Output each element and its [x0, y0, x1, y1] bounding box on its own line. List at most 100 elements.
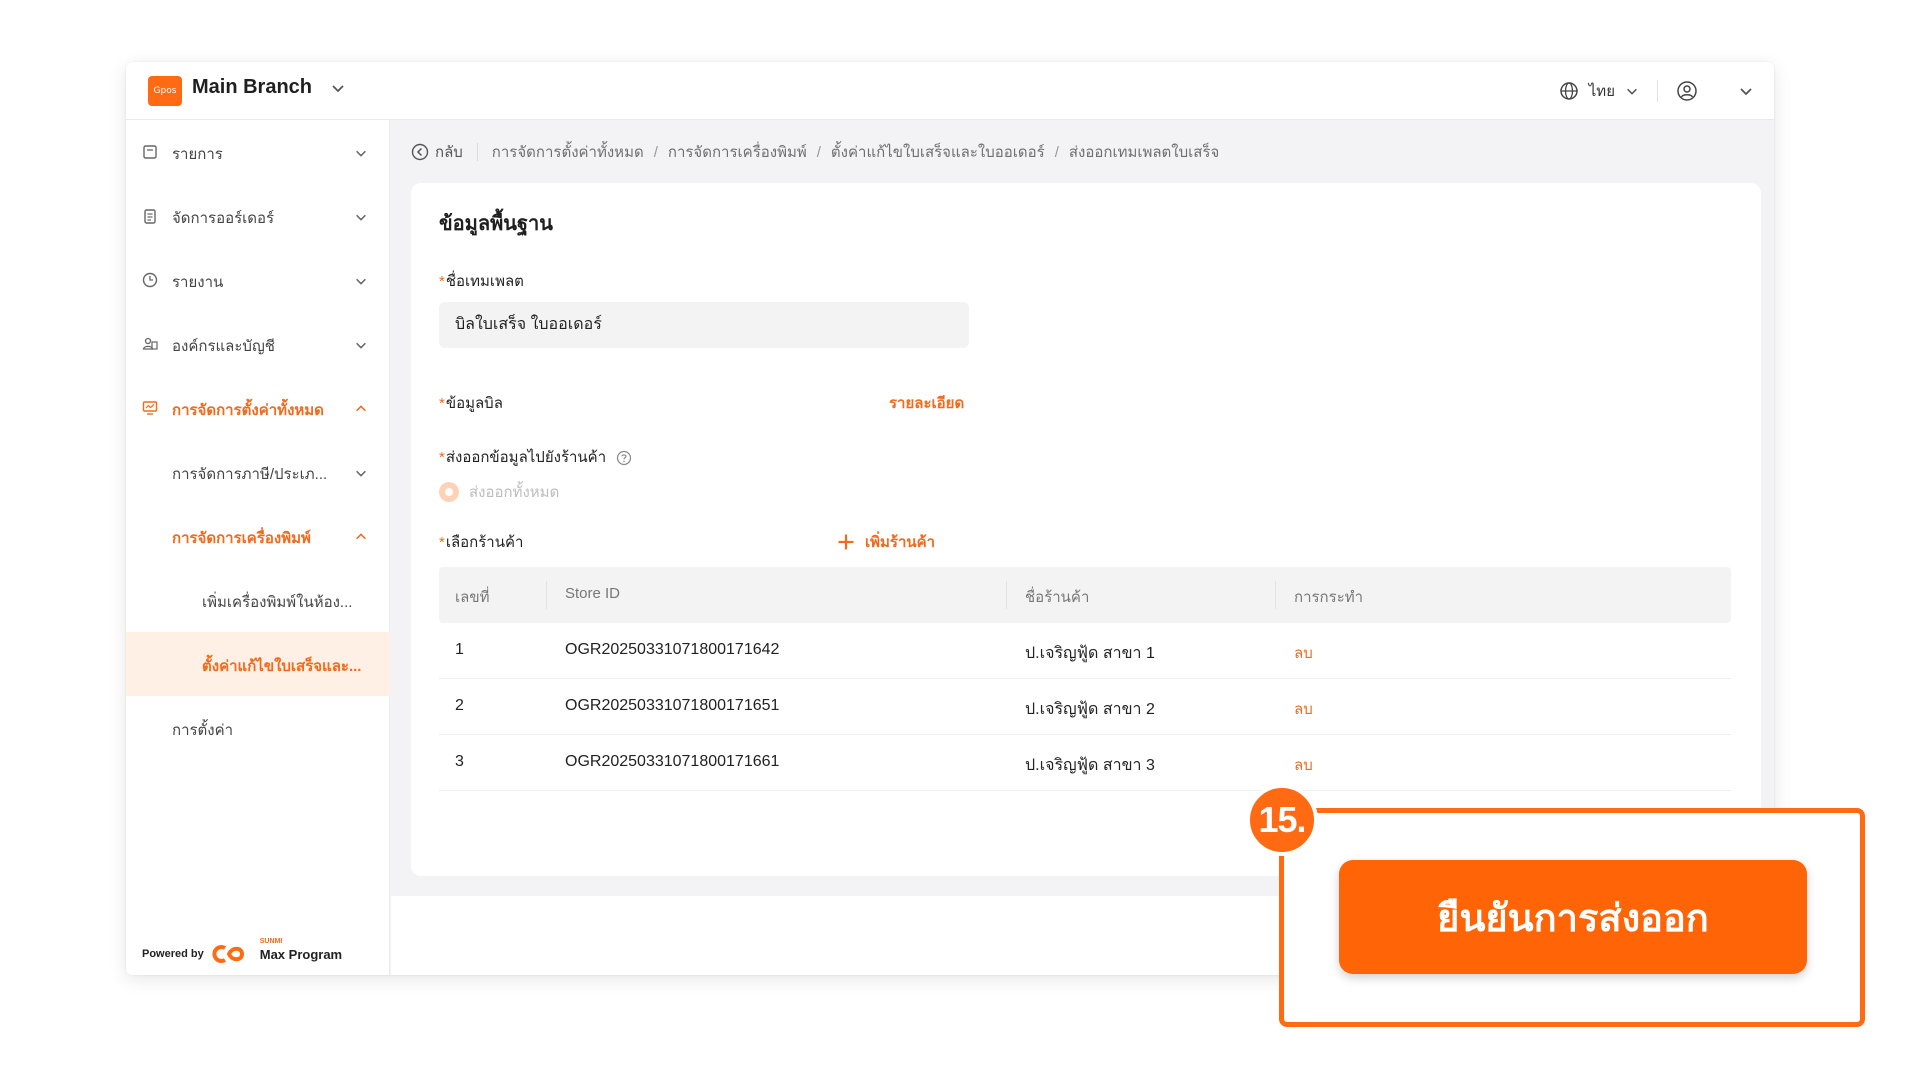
sidebar-item-label: จัดการออร์เดอร์ [172, 210, 275, 227]
sidebar-item-printer-management[interactable]: การจัดการเครื่องพิมพ์ [126, 504, 390, 568]
sidebar: รายการ จัดการออร์เดอร์ รายงาน องค์กรและบ… [126, 120, 390, 975]
sidebar-item-label: การตั้งค่า [172, 722, 234, 739]
chevron-down-icon [356, 278, 366, 285]
help-icon[interactable] [616, 450, 632, 466]
chevron-down-icon[interactable] [1625, 84, 1639, 98]
sidebar-item-list[interactable]: รายการ [126, 120, 390, 184]
row-number: 2 [455, 697, 464, 714]
list-icon [143, 145, 157, 159]
step-badge: 15. [1246, 784, 1318, 856]
breadcrumb-item[interactable]: การจัดการเครื่องพิมพ์ [668, 140, 807, 164]
sidebar-item-label: การจัดการภาษี/ประเภ... [172, 466, 328, 483]
sidebar-item-orders[interactable]: จัดการออร์เดอร์ [126, 184, 390, 248]
column-header: การกระทำ [1294, 589, 1364, 606]
required-mark: * [439, 534, 445, 551]
select-store-label: *เลือกร้านค้า [439, 530, 523, 554]
breadcrumb-item[interactable]: ตั้งค่าแก้ไขใบเสร็จและใบออเดอร์ [831, 140, 1045, 164]
breadcrumb-item-current: ส่งออกเทมเพลตใบเสร็จ [1068, 144, 1220, 161]
powered-by-label: Powered by [142, 948, 204, 960]
column-divider [546, 581, 547, 609]
language-label[interactable]: ไทย [1589, 79, 1615, 103]
user-avatar-icon[interactable] [1676, 80, 1698, 102]
row-number: 1 [455, 641, 464, 658]
select-store-label-text: เลือกร้านค้า [445, 534, 524, 551]
sidebar-item-label: เพิ่มเครื่องพิมพ์ในห้อง... [202, 594, 353, 611]
sidebar-item-add-printer[interactable]: เพิ่มเครื่องพิมพ์ในห้อง... [126, 568, 390, 632]
store-id: OGR20250331071800171642 [565, 641, 780, 658]
bill-info-label: *ข้อมูลบิล [439, 391, 503, 415]
export-all-radio[interactable]: ส่งออกทั้งหมด [439, 480, 559, 504]
chevron-down-icon[interactable] [1738, 83, 1754, 99]
back-button[interactable]: กลับ [411, 140, 463, 164]
column-divider [1006, 581, 1007, 609]
required-mark: * [439, 273, 445, 290]
breadcrumb-separator: / [653, 143, 658, 161]
column-header: ชื่อร้านค้า [1025, 589, 1090, 606]
max-program-logo-icon [212, 945, 244, 963]
chevron-down-icon [356, 342, 366, 349]
row-number: 3 [455, 753, 464, 770]
sidebar-item-label: การจัดการตั้งค่าทั้งหมด [172, 402, 324, 419]
table-header: เลขที่ Store ID ชื่อร้านค้า การกระทำ [439, 567, 1731, 623]
table-row: 2 OGR20250331071800171651 ป.เจริญฟู้ด สา… [439, 679, 1731, 735]
branch-selector[interactable]: Main Branch [192, 76, 312, 99]
sidebar-item-label: ตั้งค่าแก้ไขใบเสร็จและ... [202, 658, 362, 675]
sidebar-item-receipt-settings[interactable]: ตั้งค่าแก้ไขใบเสร็จและ... [126, 632, 390, 696]
brand-small-text: SUNMI [259, 937, 283, 945]
column-header: Store ID [565, 585, 621, 602]
delete-link[interactable]: ลบ [1294, 697, 1313, 721]
export-all-label: ส่งออกทั้งหมด [469, 484, 560, 501]
chevron-down-icon[interactable] [330, 80, 346, 96]
breadcrumb-separator: / [1054, 143, 1059, 161]
sidebar-item-settings[interactable]: การตั้งค่า [126, 696, 390, 760]
powered-by: Powered by SUNMI Max Program [142, 938, 343, 965]
sidebar-item-settings-management[interactable]: การจัดการตั้งค่าทั้งหมด [126, 376, 390, 440]
plus-icon [838, 534, 854, 550]
store-name: ป.เจริญฟู้ด สาขา 3 [1025, 757, 1155, 774]
required-mark: * [439, 395, 445, 412]
breadcrumb: กลับ การจัดการตั้งค่าทั้งหมด / การจัดการ… [411, 140, 1219, 164]
globe-icon[interactable] [1559, 81, 1579, 101]
sidebar-item-label: รายงาน [172, 274, 224, 291]
back-label: กลับ [435, 144, 463, 161]
back-arrow-icon [411, 143, 429, 161]
chevron-down-icon [356, 214, 366, 221]
chevron-up-icon [356, 533, 366, 540]
delete-link[interactable]: ลบ [1294, 641, 1313, 665]
store-name: ป.เจริญฟู้ด สาขา 1 [1025, 645, 1155, 662]
chevron-down-icon [356, 150, 366, 157]
sidebar-item-label: การจัดการเครื่องพิมพ์ [172, 530, 311, 547]
sidebar-item-organization[interactable]: องค์กรและบัญชี [126, 312, 390, 376]
sidebar-item-tax-management[interactable]: การจัดการภาษี/ประเภ... [126, 440, 390, 504]
table-row: 1 OGR20250331071800171642 ป.เจริญฟู้ด สา… [439, 623, 1731, 679]
export-label: *ส่งออกข้อมูลไปยังร้านค้า [439, 445, 632, 469]
app-logo: Gpos [148, 76, 182, 106]
sidebar-item-label: องค์กรและบัญชี [172, 338, 275, 355]
breadcrumb-item[interactable]: การจัดการตั้งค่าทั้งหมด [492, 140, 644, 164]
store-table: เลขที่ Store ID ชื่อร้านค้า การกระทำ 1 O… [439, 567, 1731, 791]
confirm-export-button[interactable]: ยืนยันการส่งออก [1339, 860, 1807, 974]
settings-monitor-icon [142, 401, 158, 415]
required-mark: * [439, 449, 445, 466]
chevron-down-icon [356, 470, 366, 477]
clipboard-icon [144, 209, 156, 224]
add-store-button[interactable]: เพิ่มร้านค้า [837, 530, 935, 554]
chevron-up-icon [356, 405, 366, 412]
divider [476, 143, 478, 161]
brand-name: Max Program [259, 946, 343, 962]
bill-details-link[interactable]: รายละเอียด [889, 391, 964, 415]
sidebar-item-reports[interactable]: รายงาน [126, 248, 390, 312]
template-name-label: *ชื่อเทมเพลต [439, 269, 524, 293]
form-card: ข้อมูลพื้นฐาน *ชื่อเทมเพลต บิลใบเสร็จ ใบ… [411, 183, 1761, 876]
clock-icon [142, 272, 158, 288]
breadcrumb-separator: / [816, 143, 821, 161]
store-id: OGR20250331071800171651 [565, 697, 780, 714]
users-icon [142, 337, 158, 350]
template-name-input[interactable]: บิลใบเสร็จ ใบออเดอร์ [439, 302, 969, 348]
radio-button[interactable] [439, 482, 459, 502]
top-right-controls: ไทย [1559, 78, 1754, 104]
delete-link[interactable]: ลบ [1294, 753, 1313, 777]
sidebar-item-label: รายการ [172, 146, 223, 163]
divider [1657, 80, 1658, 102]
export-label-text: ส่งออกข้อมูลไปยังร้านค้า [445, 449, 607, 466]
